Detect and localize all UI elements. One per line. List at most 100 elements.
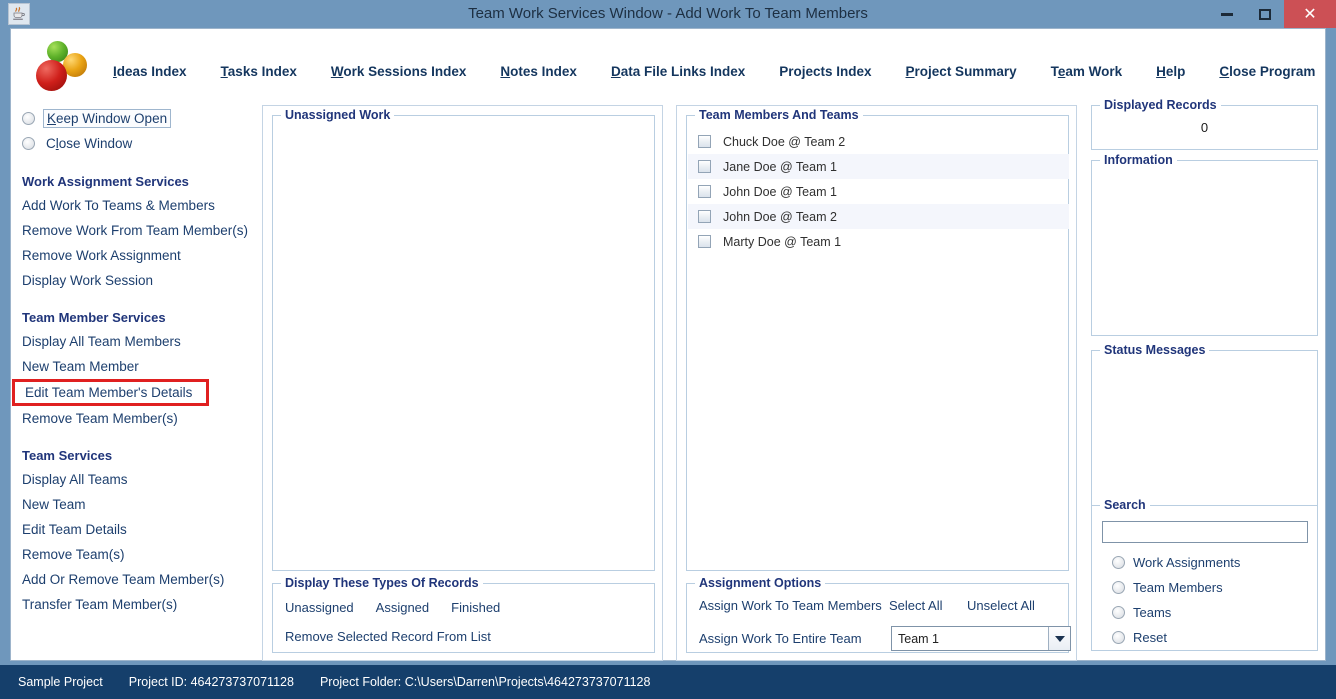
assign-work-to-entire-team-button[interactable]: Assign Work To Entire Team: [699, 631, 891, 646]
maximize-button[interactable]: [1246, 0, 1284, 28]
unassigned-work-column: Unassigned Work Display These Types Of R…: [262, 105, 663, 661]
sidebar-item-display-work-session[interactable]: Display Work Session: [14, 268, 254, 293]
list-item[interactable]: John Doe @ Team 2: [688, 204, 1069, 229]
information-panel: Information: [1091, 153, 1318, 336]
main-menu: Ideas Index Tasks Index Work Sessions In…: [113, 59, 1315, 83]
radio-close-window-label: Close Window: [46, 136, 133, 151]
radio-close-window[interactable]: Close Window: [22, 131, 254, 156]
app-logo: [33, 39, 103, 97]
application-window: Team Work Services Window - Add Work To …: [0, 0, 1336, 699]
sidebar: Keep Window Open Close Window Work Assig…: [12, 106, 254, 651]
displayed-records-title: Displayed Records: [1100, 98, 1221, 112]
search-panel: Search Work Assignments Team Members Tea…: [1091, 498, 1318, 651]
menu-item-team-work[interactable]: Team Work: [1051, 64, 1123, 79]
radio-keep-window-open-label: Keep Window Open: [43, 109, 172, 128]
chevron-down-icon[interactable]: [1048, 627, 1070, 650]
menu-item-work-sessions-index[interactable]: Work Sessions Index: [331, 64, 467, 79]
sidebar-group-title-team-services: Team Services: [22, 448, 113, 463]
menu-item-notes-index[interactable]: Notes Index: [500, 64, 577, 79]
unassigned-work-panel: Unassigned Work: [272, 108, 655, 571]
sidebar-item-remove-team-members[interactable]: Remove Team Member(s): [14, 406, 254, 431]
sidebar-item-remove-teams[interactable]: Remove Team(s): [14, 542, 254, 567]
client-area: Ideas Index Tasks Index Work Sessions In…: [10, 28, 1326, 661]
unselect-all-button[interactable]: Unselect All: [967, 598, 1035, 613]
status-project-id: Project ID: 464273737071128: [128, 675, 294, 689]
checkbox-icon[interactable]: [698, 160, 711, 173]
logo-sphere-red: [36, 60, 67, 91]
menu-item-ideas-index[interactable]: Ideas Index: [113, 64, 187, 79]
assignment-options-title: Assignment Options: [695, 576, 826, 590]
checkbox-icon[interactable]: [698, 185, 711, 198]
search-option-reset[interactable]: Reset: [1112, 630, 1167, 645]
team-select[interactable]: Team 1: [891, 626, 1071, 651]
close-button[interactable]: ✕: [1284, 0, 1336, 28]
sidebar-item-display-all-team-members[interactable]: Display All Team Members: [14, 329, 254, 354]
status-bar: Sample Project Project ID: 4642737370711…: [0, 665, 1336, 699]
checkbox-icon[interactable]: [698, 235, 711, 248]
record-type-unassigned[interactable]: Unassigned: [285, 600, 354, 615]
assignment-options-panel: Assignment Options Assign Work To Team M…: [686, 576, 1071, 653]
radio-icon: [22, 112, 35, 125]
radio-icon: [1112, 556, 1125, 569]
radio-icon: [22, 137, 35, 150]
list-item[interactable]: Jane Doe @ Team 1: [688, 154, 1069, 179]
list-item[interactable]: Marty Doe @ Team 1: [688, 229, 1069, 254]
checkbox-icon[interactable]: [698, 210, 711, 223]
search-input[interactable]: [1102, 521, 1308, 543]
assign-work-to-team-members-button[interactable]: Assign Work To Team Members: [699, 598, 889, 613]
select-all-button[interactable]: Select All: [889, 598, 967, 613]
sidebar-item-add-work-to-teams-members[interactable]: Add Work To Teams & Members: [14, 193, 254, 218]
status-messages-title: Status Messages: [1100, 343, 1210, 357]
search-option-work-assignments[interactable]: Work Assignments: [1112, 555, 1240, 570]
team-members-list[interactable]: Chuck Doe @ Team 2 Jane Doe @ Team 1 Joh…: [688, 129, 1069, 569]
display-records-panel: Display These Types Of Records Unassigne…: [272, 576, 655, 653]
search-option-team-members[interactable]: Team Members: [1112, 580, 1223, 595]
information-text: [1096, 173, 1315, 333]
record-type-finished[interactable]: Finished: [451, 600, 500, 615]
list-item[interactable]: John Doe @ Team 1: [688, 179, 1069, 204]
menu-item-data-file-links-index[interactable]: Data File Links Index: [611, 64, 745, 79]
sidebar-item-display-all-teams[interactable]: Display All Teams: [14, 467, 254, 492]
search-option-teams[interactable]: Teams: [1112, 605, 1171, 620]
window-title: Team Work Services Window - Add Work To …: [468, 5, 868, 22]
search-option-label: Reset: [1133, 630, 1167, 645]
radio-keep-window-open[interactable]: Keep Window Open: [22, 106, 254, 131]
remove-selected-record-from-list[interactable]: Remove Selected Record From List: [285, 629, 491, 644]
checkbox-icon[interactable]: [698, 135, 711, 148]
sidebar-item-transfer-team-members[interactable]: Transfer Team Member(s): [14, 592, 254, 617]
list-item-label: Chuck Doe @ Team 2: [723, 134, 846, 149]
sidebar-item-edit-team-members-details[interactable]: Edit Team Member's Details: [12, 379, 209, 406]
sidebar-item-edit-team-details[interactable]: Edit Team Details: [14, 517, 254, 542]
list-item-label: Marty Doe @ Team 1: [723, 234, 842, 249]
sidebar-item-new-team[interactable]: New Team: [14, 492, 254, 517]
menu-item-project-summary[interactable]: Project Summary: [906, 64, 1017, 79]
assign-team-row: Assign Work To Entire Team Team 1: [699, 626, 1071, 651]
radio-icon: [1112, 581, 1125, 594]
menu-item-projects-index[interactable]: Projects Index: [779, 64, 871, 79]
sidebar-item-remove-work-from-team-member[interactable]: Remove Work From Team Member(s): [14, 218, 254, 243]
displayed-records-count: 0: [1200, 120, 1209, 135]
team-select-value: Team 1: [898, 631, 939, 646]
search-option-label: Team Members: [1133, 580, 1223, 595]
title-bar: Team Work Services Window - Add Work To …: [0, 0, 1336, 28]
radio-icon: [1112, 631, 1125, 644]
list-item-label: John Doe @ Team 1: [723, 184, 837, 199]
unassigned-work-title: Unassigned Work: [281, 108, 395, 122]
menu-item-close-program[interactable]: Close Program: [1219, 64, 1315, 79]
search-option-label: Work Assignments: [1133, 555, 1241, 570]
assign-members-row: Assign Work To Team Members Select All U…: [699, 598, 1035, 613]
list-item[interactable]: Chuck Doe @ Team 2: [688, 129, 1069, 154]
unassigned-work-list[interactable]: [273, 128, 654, 568]
record-type-assigned[interactable]: Assigned: [376, 600, 429, 615]
menu-item-tasks-index[interactable]: Tasks Index: [221, 64, 297, 79]
minimize-button[interactable]: [1208, 0, 1246, 28]
display-records-title: Display These Types Of Records: [281, 576, 483, 590]
menu-item-help[interactable]: Help: [1156, 64, 1185, 79]
search-option-label: Teams: [1133, 605, 1172, 620]
sidebar-item-new-team-member[interactable]: New Team Member: [14, 354, 254, 379]
radio-icon: [1112, 606, 1125, 619]
minimize-icon: [1221, 12, 1233, 16]
sidebar-item-remove-work-assignment[interactable]: Remove Work Assignment: [14, 243, 254, 268]
information-title: Information: [1100, 153, 1177, 167]
sidebar-item-add-or-remove-team-members[interactable]: Add Or Remove Team Member(s): [14, 567, 254, 592]
